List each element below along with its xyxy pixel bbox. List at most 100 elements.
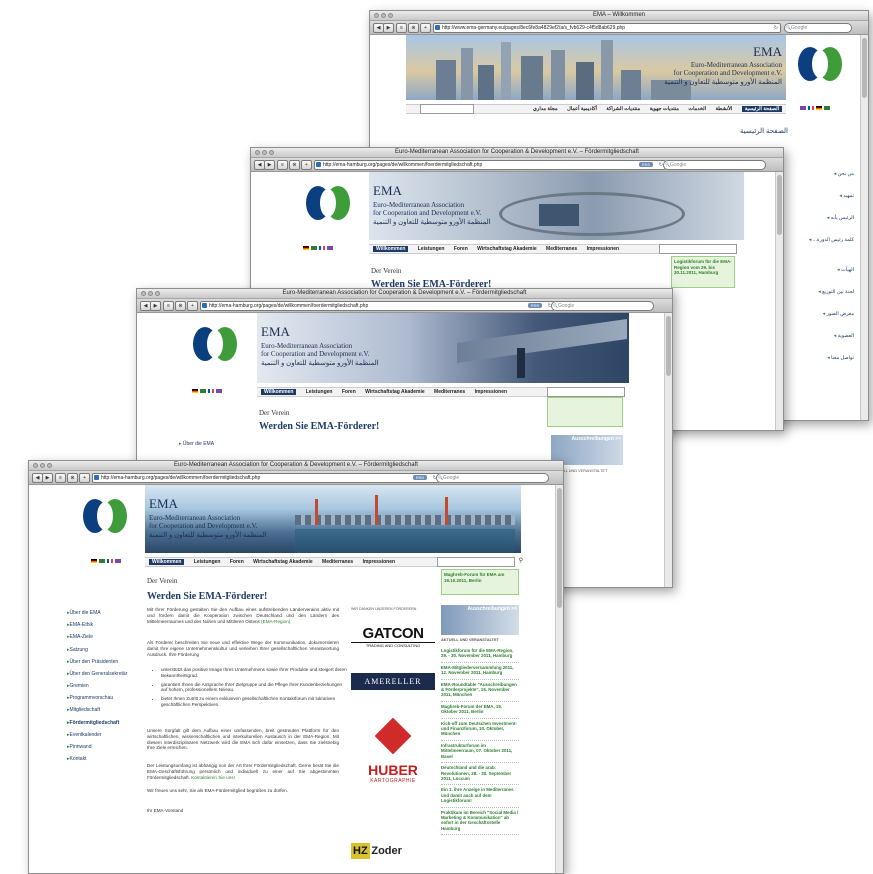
ema-logo[interactable] [83,499,127,533]
window-controls[interactable] [141,291,162,298]
sidebar-item-membership[interactable]: العضوية [834,333,854,339]
sidebar-item-praesident[interactable]: Über den Präsidenten [67,656,139,668]
window-titlebar[interactable]: Euro-Mediterranean Association for Coope… [29,461,563,471]
sidebar-item-about[interactable]: من نحن [834,171,854,177]
site-search-input[interactable] [420,104,474,114]
nav-item-home[interactable]: الصفحة الرئيسية [741,106,782,112]
sidebar-item-ziele[interactable]: EMA-Ziele [67,631,139,643]
nav-item-foren[interactable]: Foren [342,389,356,395]
language-flags[interactable] [91,559,123,565]
address-bar[interactable]: http://ema-hamburg.org/pages/de/willkomm… [314,160,666,170]
news-item[interactable]: Ein 1. ihre Anzeige in Mediterranes und … [441,785,519,808]
window-titlebar[interactable]: Euro-Mediterranean Association for Coope… [251,148,783,158]
sidebar-item-foerdermitgliedschaft[interactable]: Fördermitgliedschaft [67,717,139,729]
news-item[interactable]: Maghreb-Forum der EMA, 19. Oktober 2011,… [441,702,519,719]
google-search-field[interactable]: Google [436,473,549,483]
nav-item-wirtschaftstag[interactable]: Wirtschaftstag Akademie [477,246,537,252]
sidebar-item-gremien[interactable]: Gremien [67,680,139,692]
news-item[interactable]: Infrastrukturforum im Mittelmeerraum, 07… [441,741,519,764]
rss-icon[interactable]: RSS [639,162,653,167]
nav-item-impressionen[interactable]: Impressionen [587,246,620,252]
bookmark-icon[interactable]: ≡ [55,473,66,483]
google-search-field[interactable]: Google [551,301,654,311]
ema-logo[interactable] [306,186,350,220]
sidebar-item-gallery[interactable]: معرض الصور [823,311,854,317]
site-search-input[interactable] [547,387,625,397]
sponsor-gatcon[interactable]: GATCON TRADING AND CONSULTING [351,625,435,653]
bookmark-icon[interactable]: ≡ [163,301,174,311]
nav-item-wirtschaftstag[interactable]: Wirtschaftstag Akademie [365,389,425,395]
sidebar-item-president[interactable]: الرئيس يأبه [827,215,854,221]
sidebar-item-bodies[interactable]: الهيآت [837,267,854,273]
nav-item-willkommen[interactable]: Willkommen [149,559,185,565]
news-item[interactable]: Kick-off zum Deutschen Investment- und F… [441,719,519,741]
nav-item-leistungen[interactable]: Leistungen [306,389,333,395]
forward-button[interactable]: ▶ [264,160,275,170]
nav-item-impressionen[interactable]: Impressionen [475,389,508,395]
address-bar[interactable]: http://ema-hamburg.org/pages/de/willkomm… [200,301,555,311]
window-controls[interactable] [33,463,54,470]
vertical-scrollbar[interactable] [775,172,783,430]
sidebar-item-mitgliedschaft[interactable]: Mitgliedschaft [67,704,139,716]
language-flags[interactable] [303,246,335,252]
nav-item-partnership[interactable]: منتديات الشراكة [606,106,640,112]
nav-item-mediterranes[interactable]: Mediterranes [546,246,577,252]
nav-item-leistungen[interactable]: Leistungen [418,246,445,252]
news-item[interactable]: EMA-Roundtable "Ausschreibungen & Förder… [441,680,519,702]
sidebar-item-speech[interactable]: كلمة رئيس الدورة... [809,237,854,243]
window-controls[interactable] [255,150,276,157]
window-controls[interactable] [374,13,395,20]
google-search-field[interactable]: Google [663,160,766,170]
news-item[interactable]: Logistikforum für die EMA-Region, 29. - … [441,646,519,663]
window-titlebar[interactable]: EMA – Willkommen [370,11,868,21]
google-search-field[interactable]: Google [784,23,852,33]
add-button[interactable]: + [79,473,90,483]
rss-icon[interactable]: RSS [413,475,427,480]
sponsor-zoder[interactable]: HZ Zoder [351,843,435,865]
search-icon[interactable]: ⚲ [519,557,523,564]
ema-region-link[interactable]: (EMA-Region). [261,619,291,624]
sponsor-amereller[interactable]: AMERELLER [351,673,435,690]
sidebar-item-contact[interactable]: تواصل معنا [827,355,854,361]
news-item[interactable]: Deutschland und die arab. Revolutionen, … [441,763,519,786]
sidebar-item-satzung[interactable]: Satzung [67,644,139,656]
nav-item-services[interactable]: الخدمات [688,106,706,112]
nav-item-magazine[interactable]: مجلة مداري [533,106,558,112]
nav-item-foren[interactable]: Foren [230,559,244,565]
sidebar-item-intro[interactable]: تمهيد [839,193,854,199]
sidebar-item-kontakt[interactable]: Kontakt [67,753,139,765]
stop-icon[interactable]: ⊗ [289,160,300,170]
nav-item-mediterranes[interactable]: Mediterranes [322,559,353,565]
sponsor-huber[interactable]: HUBER KARTOGRAPHIE [351,717,435,807]
event-teaser-box[interactable]: Maghreb-Forum für EMA am 19.10.2011, Ber… [441,569,519,595]
sidebar-item-generalsekretaer[interactable]: Über den Generalsekretär [67,668,139,680]
sidebar-item-pinnwand[interactable]: Pinnwand [67,741,139,753]
news-item[interactable]: EMA-Mitgliederversammlung 2011, 12. Nove… [441,663,519,680]
vertical-scrollbar[interactable] [664,313,672,587]
ema-logo[interactable] [798,47,842,81]
add-button[interactable]: + [187,301,198,311]
nav-item-willkommen[interactable]: Willkommen [373,246,409,252]
site-search-input[interactable] [659,244,737,254]
forward-button[interactable]: ▶ [42,473,53,483]
ema-logo[interactable] [193,327,237,361]
news-item[interactable]: Praktikum im Bereich "Social Media / Mar… [441,808,519,836]
vertical-scrollbar[interactable] [555,485,563,873]
nav-item-wirtschaftstag[interactable]: Wirtschaftstag Akademie [253,559,313,565]
window-titlebar[interactable]: Euro-Mediterranean Association for Coope… [137,289,672,299]
add-button[interactable]: + [301,160,312,170]
forward-button[interactable]: ▶ [383,23,394,33]
nav-item-academy[interactable]: أكاديمية أعمال [567,106,597,112]
sidebar-item-ueber[interactable]: Über die EMA [67,607,139,619]
forward-button[interactable]: ▶ [150,301,161,311]
vertical-scrollbar[interactable] [860,35,868,420]
reload-icon[interactable]: ↻ [774,24,778,32]
sidebar-item-ethik[interactable]: EMA-Ethik [67,619,139,631]
contact-link[interactable]: Kontaktieren Sie uns! [191,775,235,780]
event-teaser-box[interactable] [547,397,623,427]
language-flags[interactable] [192,389,224,395]
nav-item-regional[interactable]: منتديات جهوية [650,106,679,112]
bookmark-icon[interactable]: ≡ [396,23,407,33]
nav-item-activities[interactable]: الأنشطة [715,106,732,112]
rss-icon[interactable]: RSS [528,303,542,308]
